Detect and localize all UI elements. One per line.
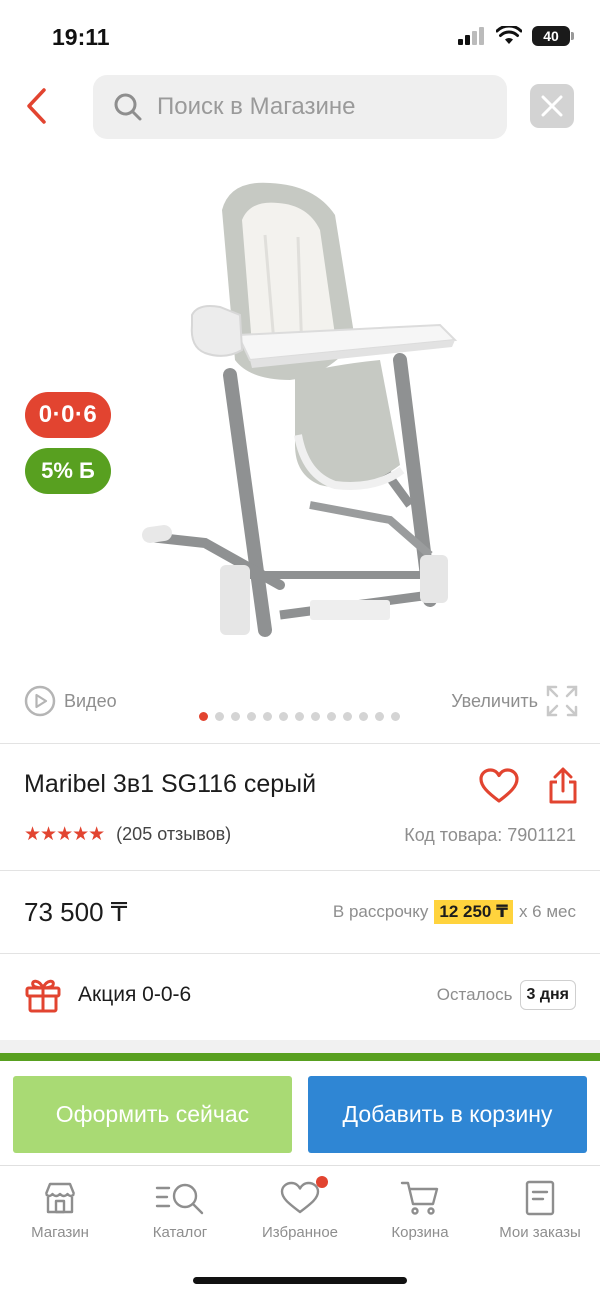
play-circle-icon <box>24 685 56 717</box>
pagination-dot[interactable] <box>375 712 384 721</box>
installment-prefix: В рассрочку <box>332 902 429 921</box>
product-price: 73 500 ₸ <box>24 897 128 927</box>
pagination-dot[interactable] <box>295 712 304 721</box>
expand-icon <box>546 685 578 717</box>
product-code: Код товара: 7901121 <box>404 825 576 845</box>
cart-icon <box>400 1178 440 1218</box>
search-icon <box>111 90 145 124</box>
tab-cart[interactable]: Корзина <box>360 1178 480 1241</box>
catalog-icon <box>155 1178 205 1218</box>
zoom-label: Увеличить <box>451 690 538 711</box>
tab-label: Мои заказы <box>499 1224 581 1241</box>
pagination-dot[interactable] <box>391 712 400 721</box>
pagination-dot[interactable] <box>231 712 240 721</box>
search-header <box>0 72 600 142</box>
chevron-left-icon <box>27 88 46 124</box>
close-icon <box>541 95 563 117</box>
divider <box>0 743 600 744</box>
pagination-dot[interactable] <box>359 712 368 721</box>
search-input[interactable] <box>157 93 477 121</box>
product-gallery[interactable]: 0·0·6 5% Б Видео Увеличить <box>0 150 600 740</box>
pagination-dot[interactable] <box>215 712 224 721</box>
share-button[interactable] <box>546 764 580 808</box>
pagination-dot[interactable] <box>263 712 272 721</box>
pagination-dot[interactable] <box>279 712 288 721</box>
heart-icon <box>479 768 519 803</box>
tab-label: Каталог <box>152 1224 208 1241</box>
tab-catalog[interactable]: Каталог <box>120 1178 240 1241</box>
video-button[interactable]: Видео <box>24 685 117 717</box>
favorite-button[interactable] <box>478 766 520 806</box>
installment-badge: 0·0·6 <box>25 392 111 438</box>
heart-icon <box>280 1176 328 1218</box>
section-separator <box>0 1040 600 1053</box>
clear-search-button[interactable] <box>530 84 574 128</box>
rating[interactable]: ★★★★★ (205 отзывов) <box>24 823 231 846</box>
tab-shop[interactable]: Магазин <box>0 1178 120 1241</box>
bonus-badge: 5% Б <box>25 448 111 494</box>
status-icons: 40 <box>458 26 574 46</box>
divider <box>0 953 600 954</box>
battery-level: 40 <box>543 28 559 44</box>
pagination-dot[interactable] <box>311 712 320 721</box>
pagination-dot[interactable] <box>199 712 208 721</box>
accent-line <box>0 1053 600 1061</box>
share-icon <box>549 767 577 804</box>
signal-icon <box>458 27 484 45</box>
shop-icon <box>43 1178 77 1218</box>
product-title: Maribel 3в1 SG116 серый <box>24 770 317 798</box>
installment-info[interactable]: В рассрочку 12 250 ₸ x 6 мес <box>333 900 576 924</box>
video-label: Видео <box>64 690 117 711</box>
notification-dot <box>316 1176 328 1188</box>
zoom-button[interactable]: Увеличить <box>451 685 578 717</box>
tab-label: Корзина <box>391 1224 449 1241</box>
tab-label: Магазин <box>31 1224 89 1241</box>
tab-favorites[interactable]: Избранное <box>240 1176 360 1241</box>
home-indicator <box>193 1277 407 1284</box>
pagination-dot[interactable] <box>247 712 256 721</box>
installment-amount: 12 250 ₸ <box>434 900 513 924</box>
add-to-cart-button[interactable]: Добавить в корзину <box>308 1076 587 1153</box>
status-bar: 19:11 40 <box>0 0 600 70</box>
gallery-pagination <box>199 712 400 721</box>
status-time: 19:11 <box>52 24 110 50</box>
tab-label: Избранное <box>261 1224 339 1241</box>
promo-title[interactable]: Акция 0-0-6 <box>78 983 191 1007</box>
gift-icon <box>25 979 61 1013</box>
wifi-icon <box>496 26 522 44</box>
reviews-count[interactable]: (205 отзывов) <box>116 824 231 845</box>
pagination-dot[interactable] <box>327 712 336 721</box>
checkout-now-button[interactable]: Оформить сейчас <box>13 1076 292 1153</box>
tab-my-orders[interactable]: Мои заказы <box>480 1178 600 1241</box>
back-button[interactable] <box>18 84 54 128</box>
remaining-label: Осталось <box>436 985 513 1004</box>
pagination-dot[interactable] <box>343 712 352 721</box>
product-image[interactable] <box>130 175 470 655</box>
installment-suffix: x 6 мес <box>518 902 576 921</box>
search-box[interactable] <box>93 75 507 139</box>
rating-stars: ★★★★★ <box>24 824 105 845</box>
bottom-tab-bar: Магазин Каталог Избранное Корзина Мои за… <box>0 1165 600 1245</box>
divider <box>0 870 600 871</box>
promo-remaining: Осталось 3 дня <box>437 980 576 1010</box>
orders-icon <box>524 1178 556 1218</box>
remaining-days: 3 дня <box>519 980 576 1010</box>
battery-indicator: 40 <box>532 26 574 46</box>
